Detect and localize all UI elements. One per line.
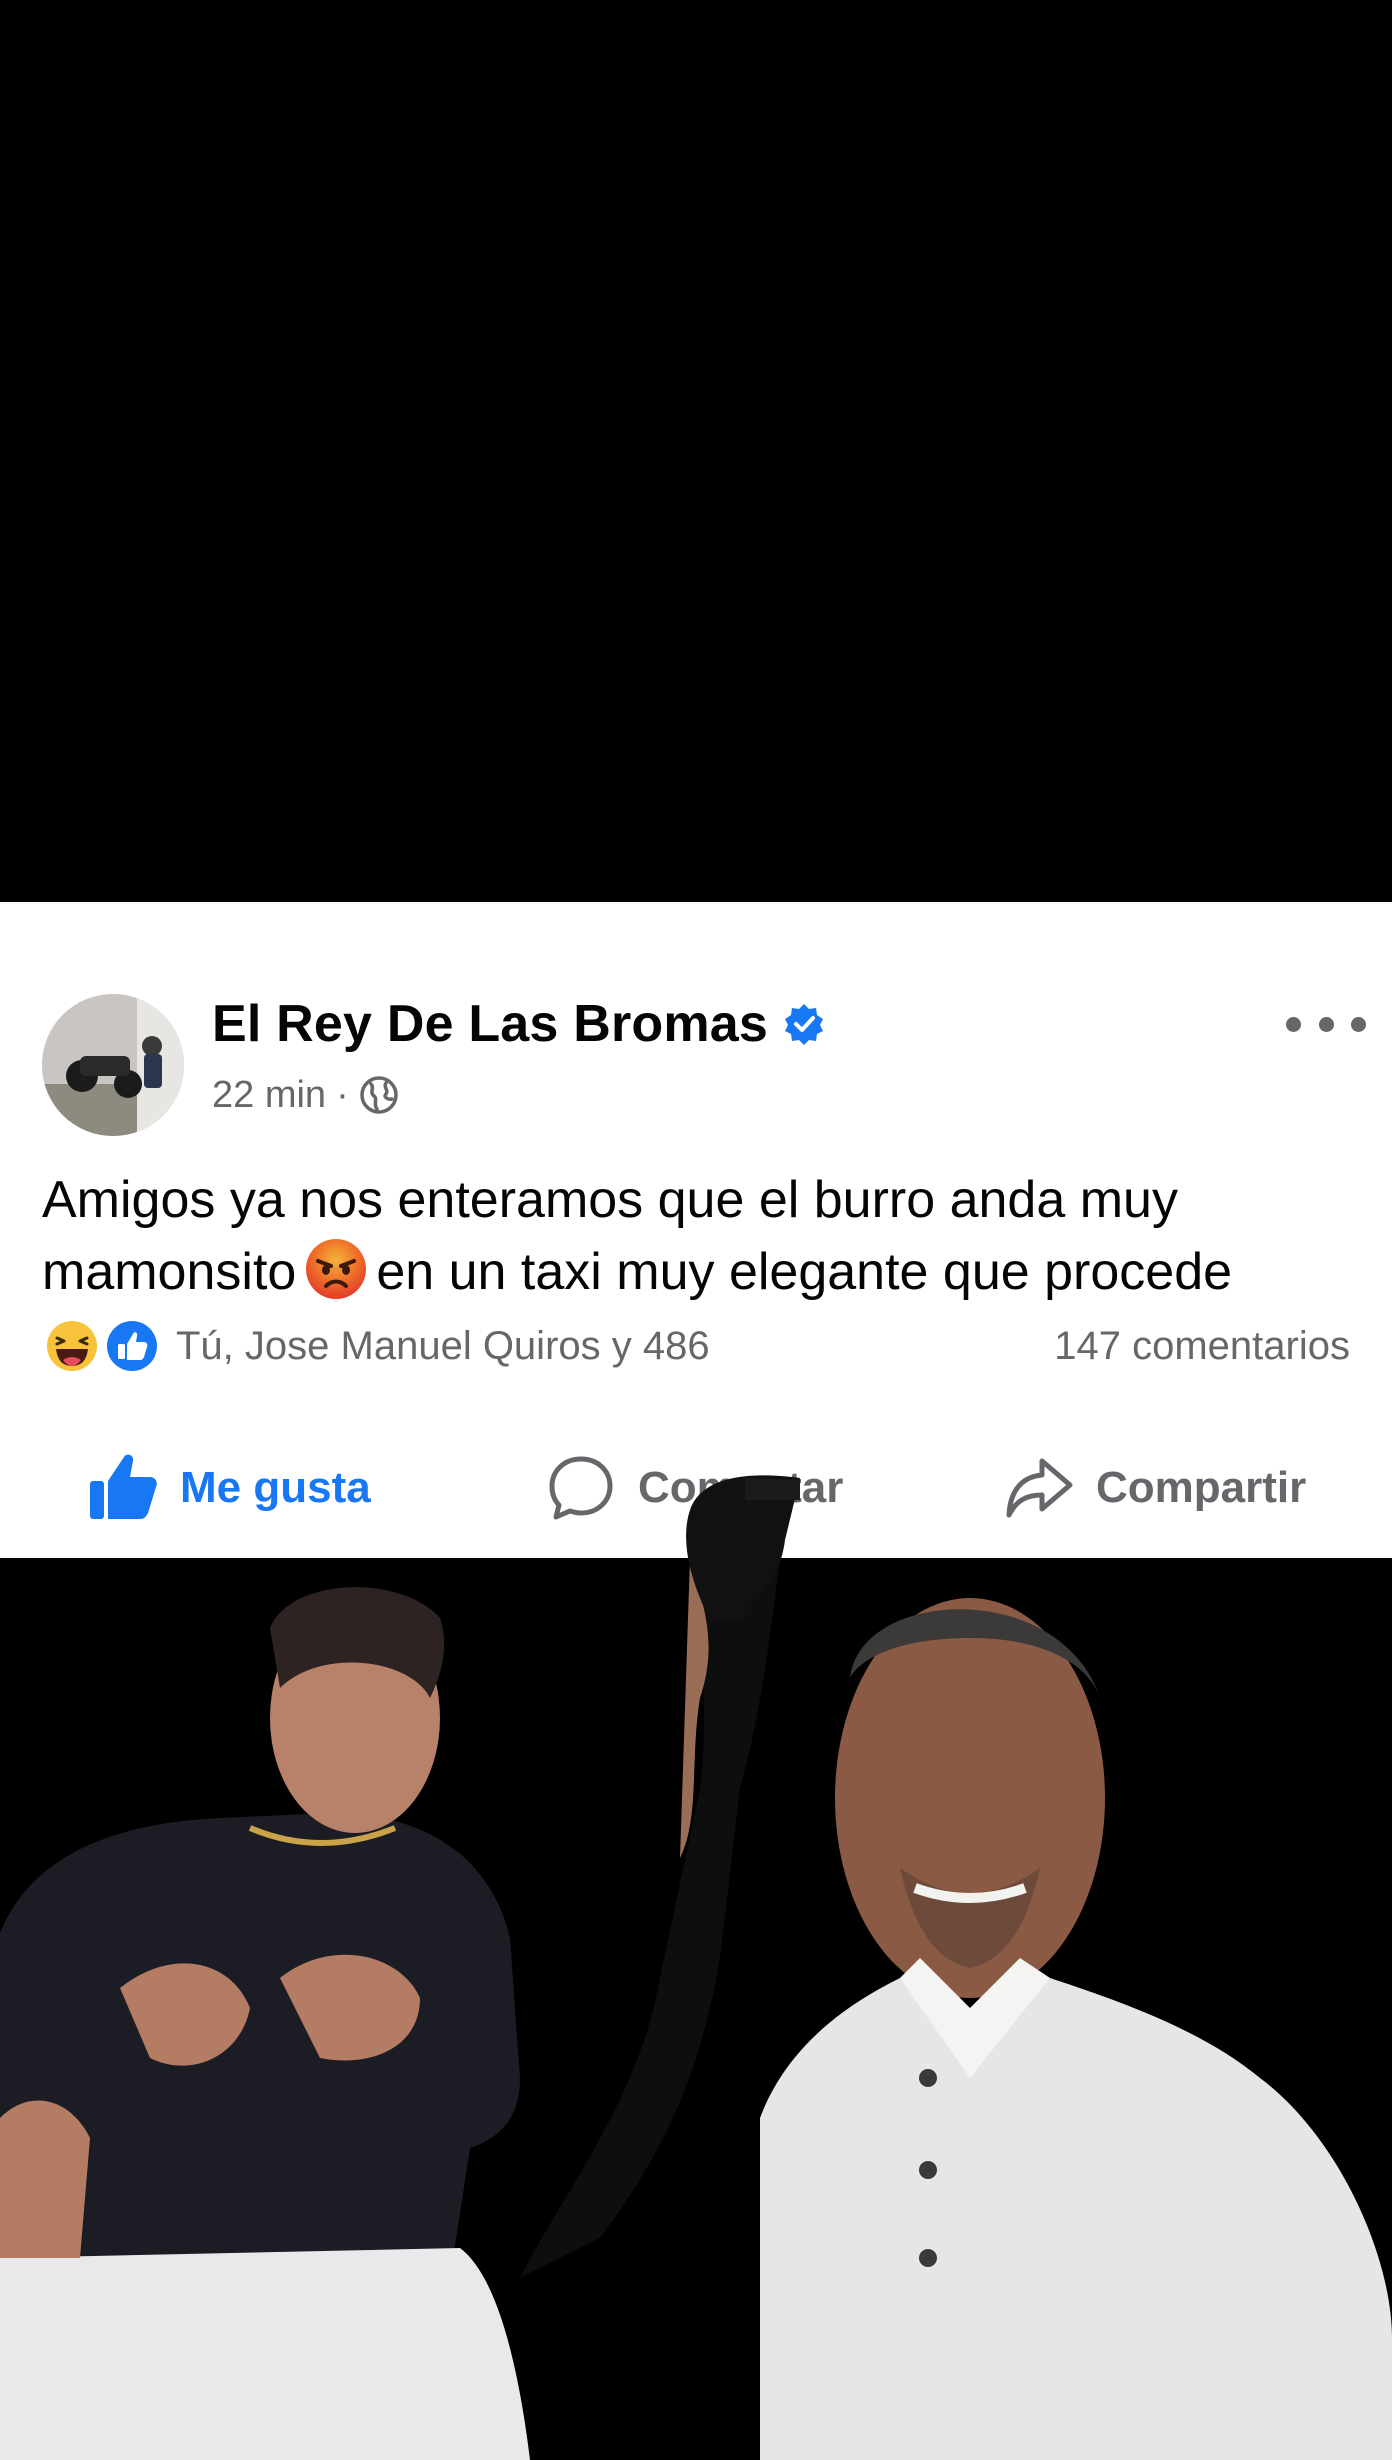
globe-icon[interactable] <box>359 1075 399 1115</box>
post-text-word: mamonsito <box>42 1243 297 1301</box>
more-dot <box>1286 1016 1301 1032</box>
like-button[interactable]: Me gusta <box>88 1438 371 1538</box>
post-author-row: El Rey De Las Bromas <box>212 992 826 1056</box>
haha-reaction-icon <box>42 1316 102 1376</box>
post-time[interactable]: 22 min <box>212 1074 326 1117</box>
post-text: Amigos ya nos enteramos que el burro and… <box>42 1164 1362 1308</box>
top-black-area <box>0 0 1392 902</box>
author-avatar[interactable] <box>42 994 184 1136</box>
post-text-rest: en un taxi muy elegante que procede <box>376 1243 1233 1301</box>
verified-badge-icon <box>782 1002 826 1046</box>
post-meta: 22 min · <box>212 1070 399 1120</box>
more-dot <box>1318 1016 1334 1032</box>
post-action-bar: Me gusta Comentar Compartir <box>0 1438 1392 1538</box>
reactions-summary[interactable]: Tú, Jose Manuel Quiros y 486 <box>42 1314 710 1378</box>
share-arrow-icon <box>1006 1458 1073 1518</box>
angry-face-emoji <box>304 1237 368 1301</box>
comment-button[interactable]: Comentar <box>546 1438 843 1538</box>
author-name[interactable]: El Rey De Las Bromas <box>212 994 768 1054</box>
share-button[interactable]: Compartir <box>1004 1438 1306 1538</box>
comment-bubble-icon <box>549 1456 613 1520</box>
thumbs-up-icon <box>90 1454 157 1519</box>
like-button-label: Me gusta <box>180 1463 371 1512</box>
comment-button-label: Comentar <box>638 1463 844 1512</box>
like-reaction-icon <box>102 1316 162 1376</box>
post-text-line-2: mamonsito en un taxi muy elegante que pr… <box>42 1236 1362 1308</box>
bottom-photo-collage <box>0 1558 1392 2460</box>
avatar-image <box>42 994 184 1136</box>
post-text-line-1: Amigos ya nos enteramos que el burro and… <box>42 1171 1178 1229</box>
reaction-names: Tú, Jose Manuel Quiros y 486 <box>176 1323 710 1368</box>
facebook-post-screenshot: El Rey De Las Bromas 22 min · Amigos ya … <box>0 902 1392 1558</box>
meta-separator: · <box>336 1073 349 1116</box>
share-button-label: Compartir <box>1096 1463 1307 1512</box>
more-dot <box>1351 1016 1366 1032</box>
people-photo <box>0 1558 1392 2460</box>
more-options-icon[interactable] <box>1286 1002 1366 1046</box>
comment-count[interactable]: 147 comentarios <box>1054 1314 1350 1378</box>
